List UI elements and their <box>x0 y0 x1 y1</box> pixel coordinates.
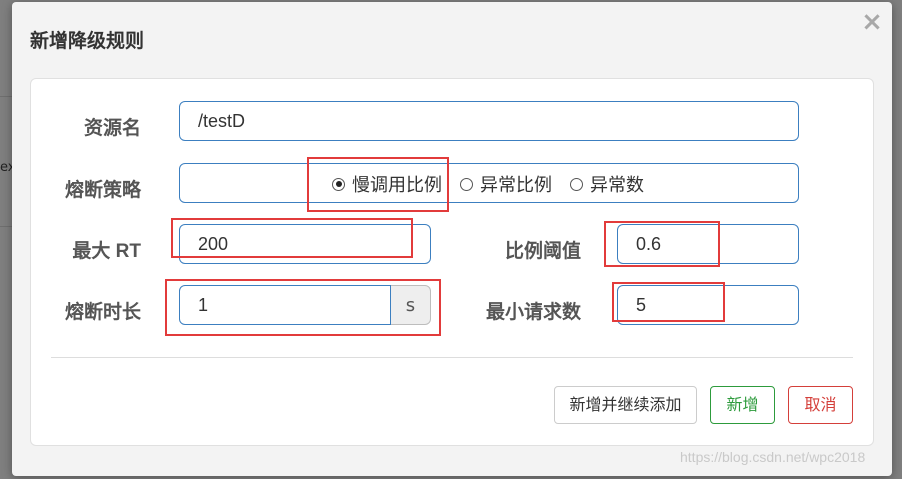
close-icon[interactable]: × <box>858 8 886 36</box>
radio-label: 慢调用比例 <box>352 175 442 196</box>
radio-checked-icon <box>332 177 345 191</box>
radio-slow-call-ratio[interactable]: 慢调用比例 <box>332 164 442 204</box>
max-rt-input[interactable]: 200 <box>179 224 431 264</box>
modal-title: 新增降级规则 <box>30 31 145 52</box>
strategy-radio-group: 慢调用比例 异常比例 异常数 <box>179 163 799 203</box>
background-divider <box>0 96 12 97</box>
radio-error-ratio[interactable]: 异常比例 <box>460 164 552 204</box>
cancel-button[interactable]: 取消 <box>788 386 853 424</box>
min-request-input[interactable]: 5 <box>617 285 799 325</box>
degrade-rule-modal: 新增降级规则 × 资源名 /testD 熔断策略 慢调用比例 异常比例 异常数 … <box>12 2 892 476</box>
add-button[interactable]: 新增 <box>710 386 775 424</box>
min-request-label: 最小请求数 <box>485 302 581 323</box>
break-duration-label: 熔断时长 <box>64 302 141 323</box>
max-rt-label: 最大 RT <box>72 241 141 262</box>
watermark-text: https://blog.csdn.net/wpc2018 <box>680 449 866 465</box>
form-divider <box>51 357 853 358</box>
radio-unchecked-icon <box>460 177 473 191</box>
seconds-unit-addon: s <box>391 285 431 325</box>
resource-name-input[interactable]: /testD <box>179 101 799 141</box>
break-duration-input[interactable]: 1 <box>179 285 391 325</box>
ratio-threshold-label: 比例阈值 <box>504 241 581 262</box>
radio-label: 异常比例 <box>480 175 552 196</box>
ratio-threshold-input[interactable]: 0.6 <box>617 224 799 264</box>
resource-label: 资源名 <box>83 118 141 139</box>
radio-error-count[interactable]: 异常数 <box>570 164 644 204</box>
form-panel: 资源名 /testD 熔断策略 慢调用比例 异常比例 异常数 最大 RT 200… <box>30 78 874 446</box>
add-and-continue-button[interactable]: 新增并继续添加 <box>554 386 697 424</box>
radio-unchecked-icon <box>570 177 583 191</box>
strategy-label: 熔断策略 <box>64 180 141 201</box>
background-divider <box>0 226 12 227</box>
radio-label: 异常数 <box>590 175 644 196</box>
